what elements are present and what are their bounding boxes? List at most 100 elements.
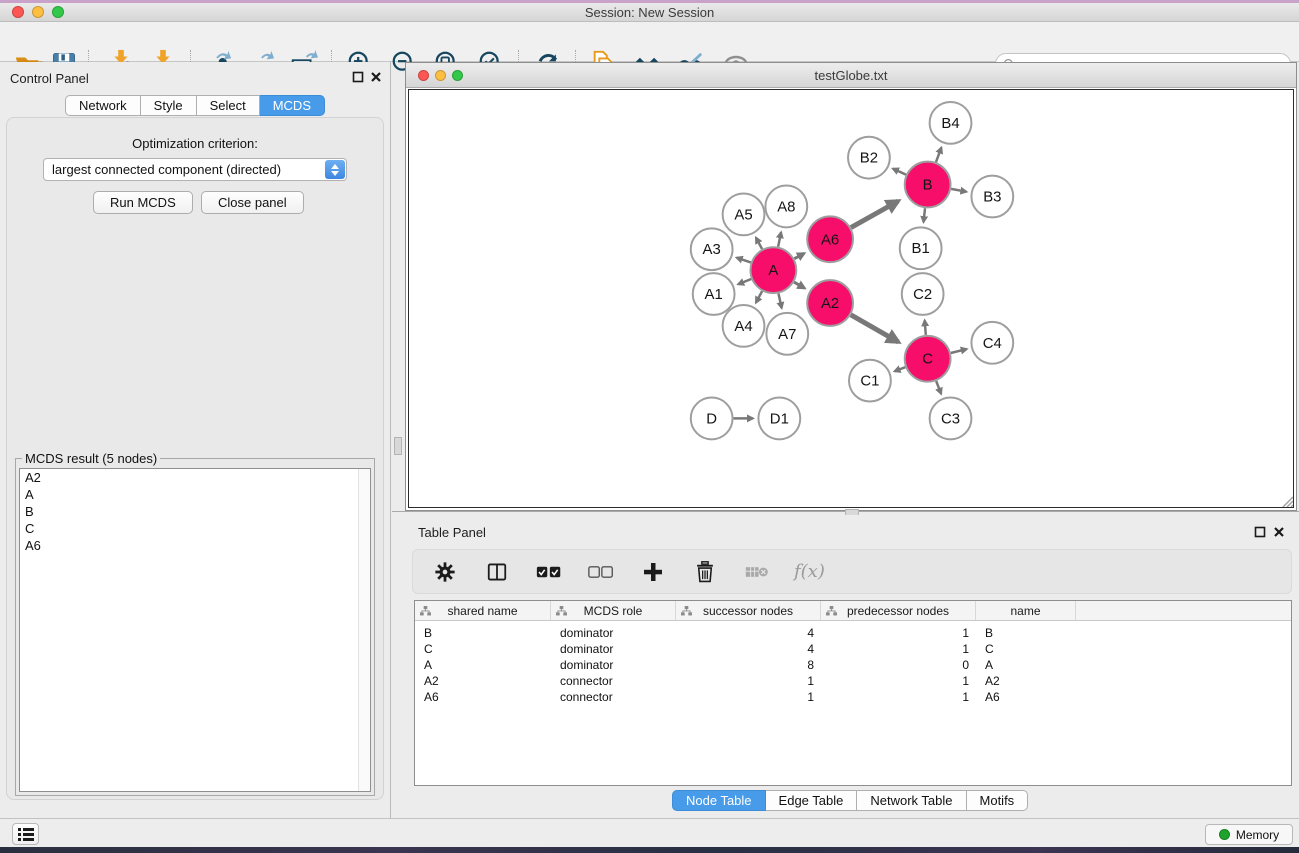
graph-node-A3[interactable]: A3 <box>691 228 733 270</box>
graph-node-A2[interactable]: A2 <box>807 280 853 326</box>
list-item[interactable]: A <box>20 486 370 503</box>
select-all-button[interactable] <box>534 557 564 587</box>
close-panel-button[interactable]: Close panel <box>201 191 304 214</box>
graph-node-C1[interactable]: C1 <box>849 360 891 402</box>
graph-node-A[interactable]: A <box>750 247 796 293</box>
svg-text:D: D <box>706 410 717 427</box>
graph-edge-B-B4[interactable] <box>936 148 941 163</box>
app-title: Session: New Session <box>0 5 1299 20</box>
table-panel-tabs: Node Table Edge Table Network Table Moti… <box>672 790 1028 811</box>
add-row-button[interactable] <box>638 557 668 587</box>
graph-node-A7[interactable]: A7 <box>766 313 808 355</box>
graph-node-A8[interactable]: A8 <box>765 186 807 228</box>
graph-node-C[interactable]: C <box>905 336 951 382</box>
graph-node-C4[interactable]: C4 <box>971 322 1013 364</box>
graph-node-B2[interactable]: B2 <box>848 137 890 179</box>
graph-edge-A-A7[interactable] <box>778 293 781 308</box>
tab-mcds[interactable]: MCDS <box>260 95 325 116</box>
graph-node-D1[interactable]: D1 <box>758 398 800 440</box>
graph-node-B[interactable]: B <box>905 162 951 208</box>
show-columns-button[interactable] <box>482 557 512 587</box>
graph-edge-A-A4[interactable] <box>756 291 762 302</box>
graph-edge-A2-C[interactable] <box>851 315 898 342</box>
list-item[interactable]: C <box>20 520 370 537</box>
tab-network[interactable]: Network <box>65 95 141 116</box>
graph-edge-C-C1[interactable] <box>895 367 906 371</box>
graph-node-B1[interactable]: B1 <box>900 227 942 269</box>
table-cell: B <box>415 625 551 641</box>
column-header-successor-nodes[interactable]: successor nodes <box>676 601 821 620</box>
float-panel-icon[interactable] <box>352 71 364 83</box>
graph-edge-A-A6[interactable] <box>794 253 804 258</box>
graph-edge-C-C3[interactable] <box>936 381 941 394</box>
memory-button[interactable]: Memory <box>1205 824 1293 845</box>
mcds-list-scrollbar[interactable] <box>358 469 370 791</box>
tab-edge-table[interactable]: Edge Table <box>766 790 858 811</box>
graph-node-B4[interactable]: B4 <box>930 102 972 144</box>
float-panel-icon[interactable] <box>1254 526 1266 538</box>
list-item[interactable]: A2 <box>20 469 370 486</box>
graph-edge-A-A8[interactable] <box>778 232 781 246</box>
table-row[interactable]: A2connector11A2 <box>415 673 1291 689</box>
graph-node-A5[interactable]: A5 <box>723 194 765 236</box>
graph-node-A4[interactable]: A4 <box>723 305 765 347</box>
criterion-dropdown[interactable]: largest connected component (directed) <box>43 158 347 181</box>
graph-edge-A-A3[interactable] <box>737 258 751 263</box>
graph-node-C2[interactable]: C2 <box>902 273 944 315</box>
tab-network-table[interactable]: Network Table <box>857 790 966 811</box>
delete-row-button[interactable] <box>690 557 720 587</box>
column-header-predecessor-nodes[interactable]: predecessor nodes <box>821 601 976 620</box>
vertical-divider-handle[interactable] <box>394 437 402 455</box>
graph-node-A1[interactable]: A1 <box>693 273 735 315</box>
graph-edge-B-B2[interactable] <box>893 169 906 175</box>
graph-edge-A-A5[interactable] <box>756 238 762 249</box>
trash-icon <box>695 561 715 583</box>
graph-edge-B-B3[interactable] <box>951 189 966 192</box>
tab-style[interactable]: Style <box>141 95 197 116</box>
column-header-mcds-role[interactable]: MCDS role <box>551 601 676 620</box>
graph-node-B3[interactable]: B3 <box>971 176 1013 218</box>
table-row[interactable]: A6connector11A6 <box>415 689 1291 705</box>
table-delete-icon <box>745 564 769 580</box>
close-panel-icon[interactable] <box>1273 526 1285 538</box>
graph-edge-A-A2[interactable] <box>794 282 805 288</box>
table-cell: connector <box>551 689 676 705</box>
column-header-name[interactable]: name <box>976 601 1076 620</box>
close-panel-icon[interactable] <box>370 71 382 83</box>
svg-text:A: A <box>768 262 778 279</box>
graph-edge-C-C2[interactable] <box>925 320 926 335</box>
task-history-button[interactable] <box>12 823 39 845</box>
network-canvas[interactable]: A A1 A2 A3 A4 A5 A6 A7 A8 B B1 B2 B3 B4 C C1 C2 C3 C4 D D1 <box>408 89 1294 508</box>
table-cell: 4 <box>676 641 821 657</box>
graph-edge-C-C4[interactable] <box>951 349 967 353</box>
table-row[interactable]: Bdominator41B <box>415 625 1291 641</box>
graph-edge-B-B1[interactable] <box>924 208 926 222</box>
table-cell: 1 <box>821 689 976 705</box>
graph-node-A6[interactable]: A6 <box>807 216 853 262</box>
tab-motifs[interactable]: Motifs <box>967 790 1029 811</box>
network-window-titlebar[interactable]: testGlobe.txt <box>406 63 1296 88</box>
tab-select[interactable]: Select <box>197 95 260 116</box>
tab-node-table[interactable]: Node Table <box>672 790 766 811</box>
list-item[interactable]: B <box>20 503 370 520</box>
svg-text:C2: C2 <box>913 286 932 303</box>
table-row[interactable]: Adominator80A <box>415 657 1291 673</box>
svg-text:B1: B1 <box>912 240 930 257</box>
column-header-shared-name[interactable]: shared name <box>415 601 551 620</box>
list-item[interactable]: A6 <box>20 537 370 554</box>
table-row[interactable]: Cdominator41C <box>415 641 1291 657</box>
deselect-all-button[interactable] <box>586 557 616 587</box>
graph-edge-A-A1[interactable] <box>738 279 751 284</box>
svg-text:A3: A3 <box>703 241 721 258</box>
table-cell: A <box>415 657 551 673</box>
graph-node-C3[interactable]: C3 <box>930 398 972 440</box>
table-settings-button[interactable] <box>430 557 460 587</box>
run-mcds-button[interactable]: Run MCDS <box>93 191 193 214</box>
graph-node-D[interactable]: D <box>691 398 733 440</box>
table-panel: Table Panel <box>392 515 1299 818</box>
checked-checkboxes-icon <box>536 565 562 579</box>
graph-edge-A6-B[interactable] <box>851 201 898 227</box>
svg-text:A5: A5 <box>734 206 752 223</box>
table-cell: 1 <box>676 673 821 689</box>
resize-grip[interactable] <box>1279 493 1293 507</box>
